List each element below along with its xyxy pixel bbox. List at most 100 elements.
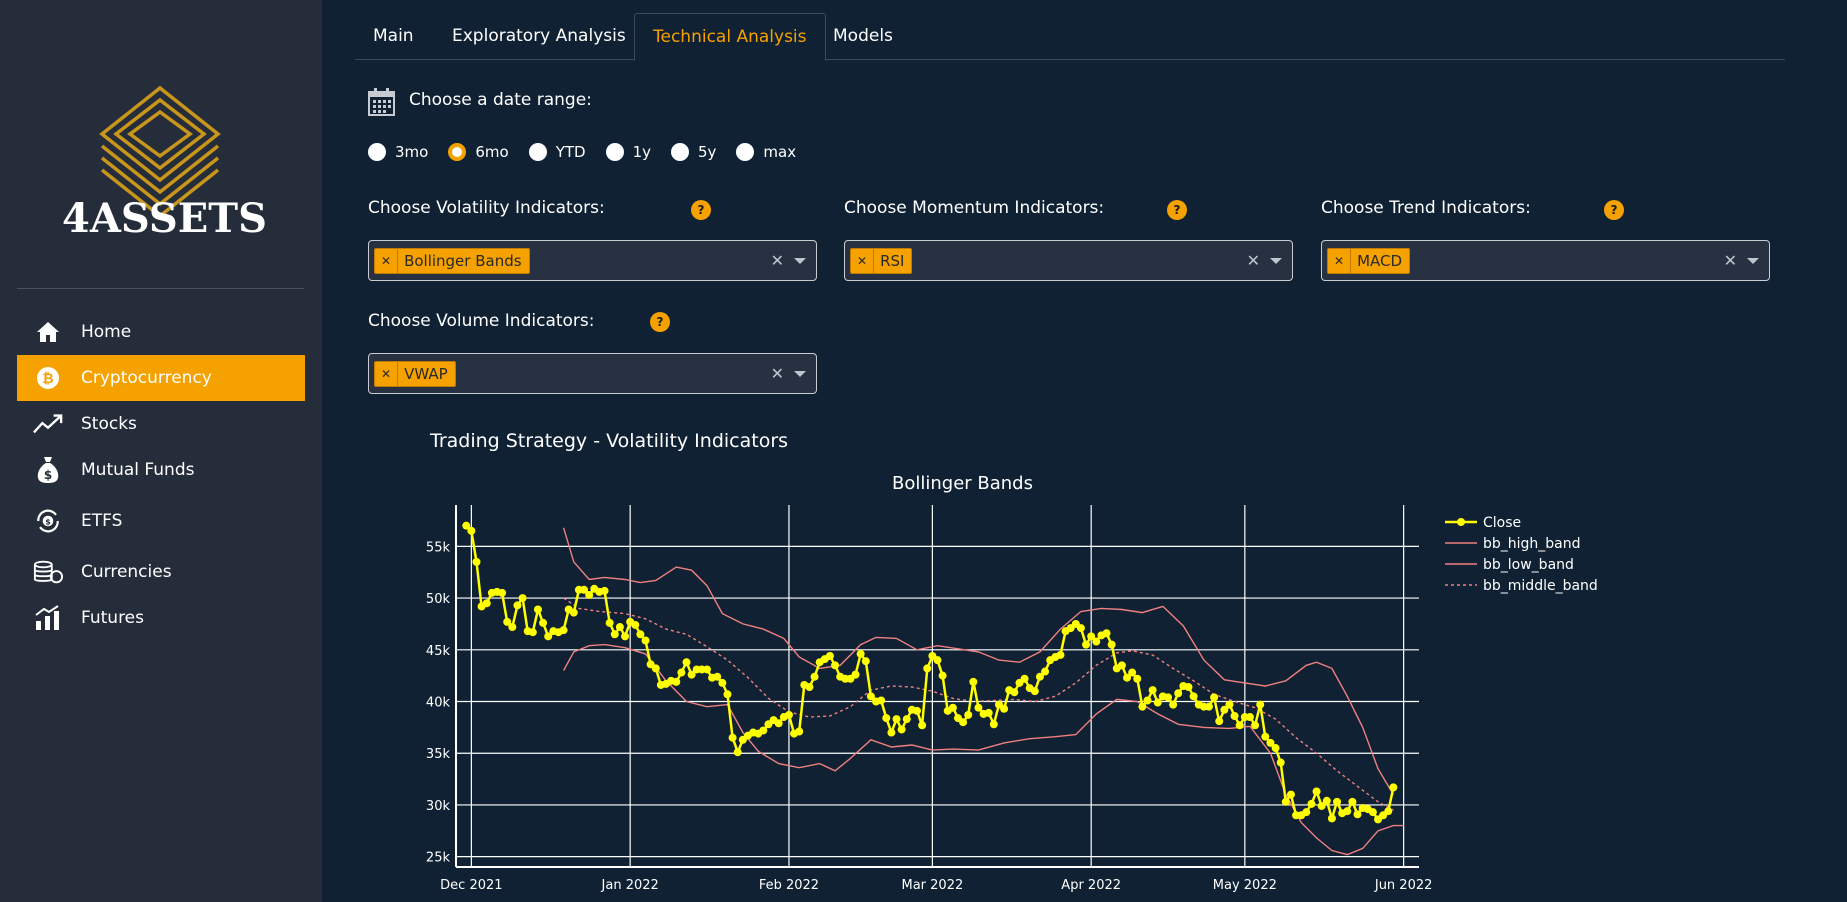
sidebar-item-stocks[interactable]: Stocks xyxy=(17,401,305,447)
close-point xyxy=(1286,790,1295,799)
radio-6mo[interactable]: 6mo xyxy=(448,143,509,161)
svg-text:$: $ xyxy=(45,518,51,527)
sidebar-item-label: Currencies xyxy=(81,562,172,582)
sidebar-item-futures[interactable]: Futures xyxy=(17,595,305,641)
close-point xyxy=(825,652,834,661)
legend-marker xyxy=(1457,518,1465,526)
radio-circle[interactable] xyxy=(528,143,547,161)
close-point xyxy=(918,721,927,730)
close-point xyxy=(831,661,840,670)
tab-exploratory-analysis[interactable]: Exploratory Analysis xyxy=(434,13,644,60)
close-point xyxy=(1143,696,1152,705)
momentum-chip: ✕ RSI xyxy=(850,247,913,274)
close-point xyxy=(723,690,732,699)
sidebar-item-home[interactable]: Home xyxy=(17,309,305,355)
clear-icon[interactable]: ✕ xyxy=(771,364,784,383)
y-tick-label: 25k xyxy=(426,851,451,866)
chip-remove-icon[interactable]: ✕ xyxy=(375,247,399,274)
growth-chart-icon xyxy=(33,603,63,633)
close-point xyxy=(1245,713,1254,722)
close-point xyxy=(702,665,711,674)
radio-1y[interactable]: 1y xyxy=(605,143,651,161)
tab-bar: Main Exploratory Analysis Technical Anal… xyxy=(355,13,1785,61)
close-point xyxy=(984,708,993,717)
close-point xyxy=(774,719,783,728)
radio-circle[interactable] xyxy=(368,143,386,161)
close-point xyxy=(1174,689,1183,698)
sidebar-item-etfs[interactable]: $ ETFS xyxy=(17,493,305,549)
chevron-down-icon[interactable] xyxy=(794,258,806,264)
radio-circle[interactable] xyxy=(736,143,755,161)
close-point xyxy=(682,658,691,667)
sidebar-item-label: Home xyxy=(81,322,132,342)
tab-models[interactable]: Models xyxy=(815,13,911,60)
clear-icon[interactable]: ✕ xyxy=(1724,251,1737,270)
legend-label: bb_high_band xyxy=(1483,536,1581,552)
momentum-help-icon[interactable]: ? xyxy=(1167,200,1187,220)
radio-max[interactable]: max xyxy=(736,143,796,161)
sidebar-item-label: ETFS xyxy=(81,511,123,531)
close-point xyxy=(1307,799,1316,808)
sidebar-nav: Home ₿ Cryptocurrency Stocks $ Mutual Fu… xyxy=(17,309,305,641)
close-point xyxy=(892,715,901,724)
chip-label: Bollinger Bands xyxy=(404,251,522,270)
close-point xyxy=(784,710,793,719)
bitcoin-icon: ₿ xyxy=(33,363,63,393)
sidebar-item-mutual-funds[interactable]: $ Mutual Funds xyxy=(17,447,305,493)
close-point xyxy=(1256,700,1265,709)
money-bag-icon: $ xyxy=(33,455,63,485)
legend-item: bb_middle_band xyxy=(1445,578,1598,594)
close-point xyxy=(1312,787,1321,796)
chevron-down-icon[interactable] xyxy=(1270,258,1282,264)
close-point xyxy=(610,630,619,639)
close-point xyxy=(559,626,568,635)
close-point xyxy=(1235,721,1244,730)
volume-chip: ✕ VWAP xyxy=(374,360,456,387)
close-point xyxy=(1368,808,1377,817)
radio-label: 6mo xyxy=(475,143,509,161)
close-point xyxy=(1302,808,1311,817)
volume-dropdown[interactable]: ✕ VWAP ✕ xyxy=(368,353,817,394)
radio-5y[interactable]: 5y xyxy=(671,143,716,161)
volatility-chip: ✕ Bollinger Bands xyxy=(374,247,530,274)
chevron-down-icon[interactable] xyxy=(794,371,806,377)
close-point xyxy=(759,726,768,735)
volume-help-icon[interactable]: ? xyxy=(650,312,670,332)
trend-dropdown[interactable]: ✕ MACD ✕ xyxy=(1321,240,1770,281)
close-point xyxy=(902,715,911,724)
close-point xyxy=(1128,668,1137,677)
close-point xyxy=(1276,758,1285,767)
volatility-help-icon[interactable]: ? xyxy=(691,200,711,220)
radio-circle-checked[interactable] xyxy=(448,143,467,161)
trend-help-icon[interactable]: ? xyxy=(1604,200,1624,220)
x-tick-label: Feb 2022 xyxy=(759,878,819,893)
chip-remove-icon[interactable]: ✕ xyxy=(375,360,399,387)
momentum-dropdown[interactable]: ✕ RSI ✕ xyxy=(844,240,1293,281)
volatility-dropdown[interactable]: ✕ Bollinger Bands ✕ xyxy=(368,240,817,281)
sidebar-item-currencies[interactable]: Currencies xyxy=(17,549,305,595)
chip-remove-icon[interactable]: ✕ xyxy=(1328,247,1352,274)
radio-3mo[interactable]: 3mo xyxy=(368,143,428,161)
close-point xyxy=(513,601,522,610)
close-point xyxy=(810,672,819,681)
tab-main[interactable]: Main xyxy=(355,13,432,60)
sidebar-item-cryptocurrency[interactable]: ₿ Cryptocurrency xyxy=(17,355,305,401)
clear-icon[interactable]: ✕ xyxy=(771,251,784,270)
radio-circle[interactable] xyxy=(671,143,689,161)
chevron-down-icon[interactable] xyxy=(1747,258,1759,264)
x-tick-label: May 2022 xyxy=(1213,878,1277,893)
legend-label: bb_middle_band xyxy=(1483,578,1598,594)
close-point xyxy=(733,748,742,757)
close-point xyxy=(1148,686,1157,695)
chip-remove-icon[interactable]: ✕ xyxy=(851,247,875,274)
radio-circle[interactable] xyxy=(605,143,624,161)
trend-label: Choose Trend Indicators: xyxy=(1321,198,1531,218)
radio-ytd[interactable]: YTD xyxy=(528,143,586,161)
tab-technical-analysis[interactable]: Technical Analysis xyxy=(634,13,826,61)
clear-icon[interactable]: ✕ xyxy=(1247,251,1260,270)
close-point xyxy=(651,664,660,673)
close-point xyxy=(508,623,517,632)
close-point xyxy=(1322,796,1331,805)
chip-label: VWAP xyxy=(404,364,448,383)
close-point xyxy=(1210,693,1219,702)
